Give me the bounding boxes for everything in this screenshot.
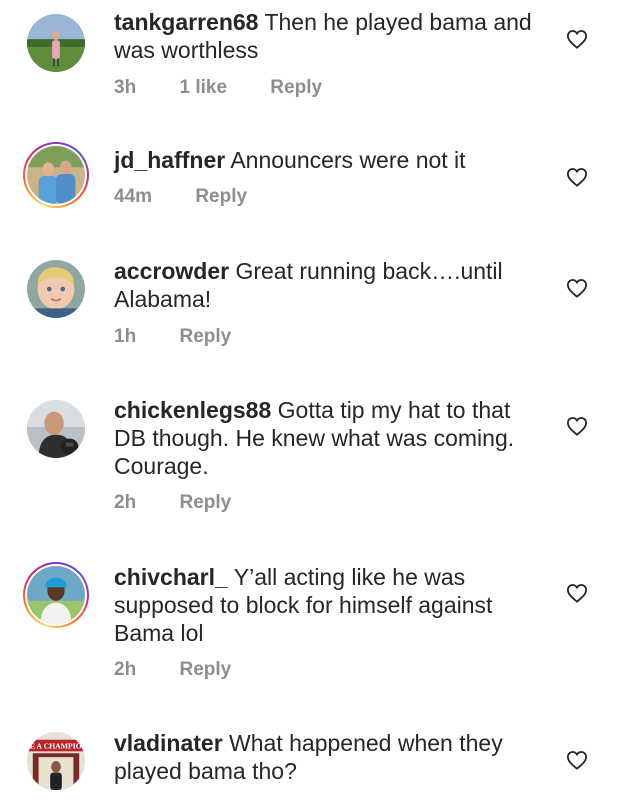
comment-meta: 3h 1 like Reply xyxy=(114,77,360,99)
avatar-photo xyxy=(27,566,85,624)
comment-text: chivcharl_ Y’all acting like he was supp… xyxy=(114,563,544,647)
heart-outline-icon[interactable] xyxy=(566,278,588,298)
avatar[interactable]: BE A CHAMPION xyxy=(23,728,89,794)
comment-username[interactable]: jd_haffner xyxy=(114,147,225,173)
comment-username[interactable]: accrowder xyxy=(114,258,229,284)
heart-outline-icon[interactable] xyxy=(566,416,588,436)
comment-text: chickenlegs88 Gotta tip my hat to that D… xyxy=(114,396,544,480)
avatar-sign-text: BE A CHAMPION xyxy=(27,741,85,750)
heart-outline-icon[interactable] xyxy=(566,750,588,770)
heart-outline-icon[interactable] xyxy=(566,583,588,603)
heart-outline-icon[interactable] xyxy=(566,29,588,49)
reply-button[interactable]: Reply xyxy=(179,326,231,347)
avatar[interactable] xyxy=(23,396,89,462)
reply-button[interactable]: Reply xyxy=(179,659,231,680)
comment-username[interactable]: chickenlegs88 xyxy=(114,397,271,423)
comment-text: jd_haffner Announcers were not it xyxy=(114,146,544,174)
comment-meta: 1h Reply xyxy=(114,326,269,348)
comment-username[interactable]: chivcharl_ xyxy=(114,564,228,590)
comment-username[interactable]: tankgarren68 xyxy=(114,9,258,35)
reply-button[interactable]: Reply xyxy=(270,77,322,98)
comment-meta: 2h Reply xyxy=(114,659,269,681)
comment-timestamp: 3h xyxy=(114,77,137,98)
heart-outline-icon[interactable] xyxy=(566,167,588,187)
comment-body: Announcers were not it xyxy=(230,147,466,173)
comment-timestamp: 44m xyxy=(114,186,153,207)
comment-timestamp: 2h xyxy=(114,492,137,513)
comment-meta: 44m Reply xyxy=(114,186,285,208)
avatar[interactable] xyxy=(23,10,89,76)
avatar-photo xyxy=(27,146,85,204)
comment-meta: 2h Reply xyxy=(114,492,269,514)
avatar-photo xyxy=(27,400,85,458)
comment-text: tankgarren68 Then he played bama and was… xyxy=(114,8,544,64)
comment-username[interactable]: vladinater xyxy=(114,730,223,756)
comment-text: vladinater What happened when they playe… xyxy=(114,729,544,785)
reply-button[interactable]: Reply xyxy=(179,492,231,513)
comment-timestamp: 1h xyxy=(114,326,137,347)
avatar-photo: BE A CHAMPION xyxy=(27,732,85,790)
avatar[interactable] xyxy=(23,256,89,322)
avatar-photo xyxy=(27,14,85,72)
comment-timestamp: 2h xyxy=(114,659,137,680)
comment-text: accrowder Great running back….until Alab… xyxy=(114,257,544,313)
likes-count[interactable]: 1 like xyxy=(179,77,227,98)
avatar-photo xyxy=(27,260,85,318)
reply-button[interactable]: Reply xyxy=(195,186,247,207)
avatar[interactable] xyxy=(23,562,89,628)
avatar[interactable] xyxy=(23,142,89,208)
